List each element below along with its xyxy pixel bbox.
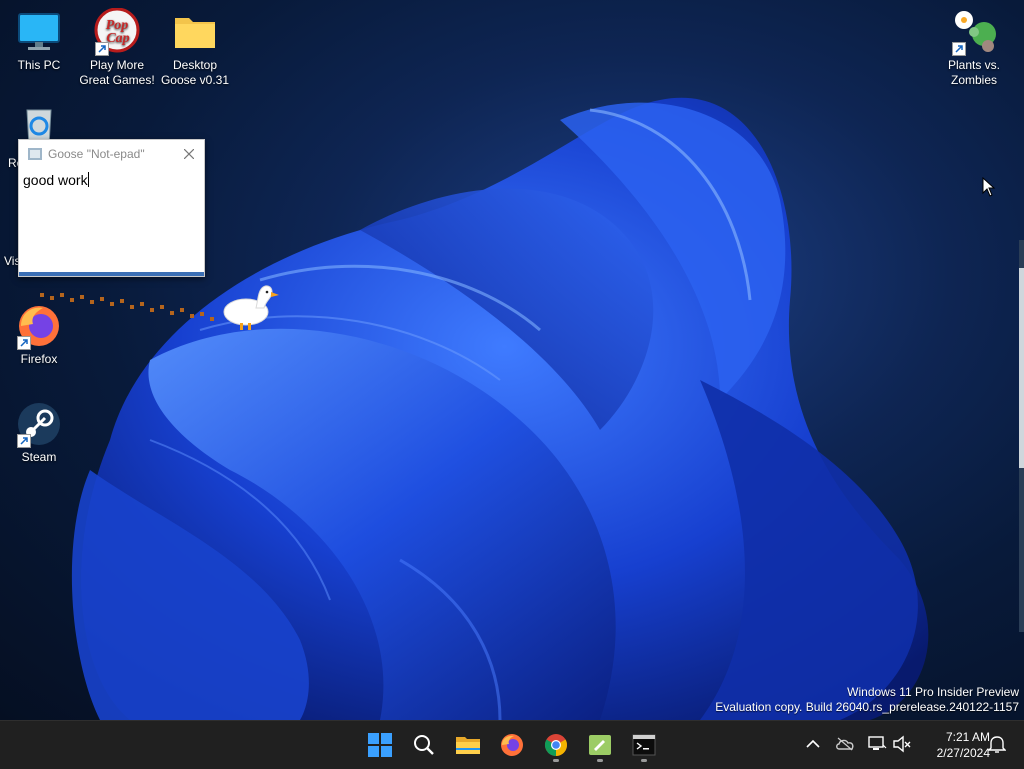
flower-icon [950,8,998,56]
shortcut-arrow-icon [95,42,109,56]
folder-icon [171,8,219,56]
notepad-text: good work [23,172,88,188]
shortcut-arrow-icon [952,42,966,56]
tray-network-button[interactable] [866,733,888,755]
bloom-wallpaper [71,97,929,720]
tray-volume-button[interactable] [891,733,913,755]
taskbar-clock[interactable]: 7:21 AM 2/27/2024 [924,729,990,761]
desktop[interactable]: This PC Pop Cap Play More Great Games! D… [0,0,1024,720]
window-title: Goose "Not-epad" [48,147,145,161]
taskbar: 7:21 AM 2/27/2024 [0,720,1024,769]
volume-muted-icon [893,735,911,753]
firefox-icon [501,734,523,756]
network-icon [868,736,887,750]
steam-icon [15,400,63,448]
watermark-line1: Windows 11 Pro Insider Preview [847,685,1019,699]
evaluation-watermark: Windows 11 Pro Insider Preview Evaluatio… [715,685,1019,715]
shortcut-arrow-icon [17,336,31,350]
tray-onedrive-button[interactable] [834,733,856,755]
notepad-app-icon [28,148,42,160]
desktop-icon-label: This PC [17,58,61,72]
taskbar-notepad-button[interactable] [581,727,619,763]
popcap-logo-text-bottom: Cap [106,31,129,46]
desktop-icon-label: Steam [21,450,57,464]
desktop-icon-label: Desktop Goose v0.31 [160,58,230,87]
desktop-icon-label: Plants vs. Zombies [947,58,1001,87]
clock-time: 7:21 AM [945,730,990,744]
desktop-icon-desktop-goose[interactable]: Desktop Goose v0.31 [156,8,234,88]
window-bottom-border [19,272,204,276]
desktop-icon-label: Play More Great Games! [79,58,155,87]
taskbar-file-explorer-button[interactable] [449,727,487,763]
notification-button[interactable] [986,733,1008,755]
goose-footprint-trail [40,293,214,321]
taskbar-chrome-button[interactable] [537,727,575,763]
desktop-icon-plants-vs-zombies[interactable]: Plants vs. Zombies [935,8,1013,88]
watermark-line2: Evaluation copy. Build 26040.rs_prerelea… [715,700,1019,714]
mouse-cursor-icon [982,177,996,197]
desktop-goose[interactable] [222,284,282,334]
text-caret [87,172,89,187]
desktop-icon-label: Firefox [20,352,58,366]
notepad-text-area[interactable]: good work [19,168,204,192]
notepad-icon [589,735,611,755]
notification-bell-icon [988,736,1006,753]
folder-icon [456,737,480,754]
edge-scrollbar-thumb[interactable] [1019,268,1024,468]
tray-overflow-button[interactable] [802,733,824,755]
close-icon [184,149,194,159]
desktop-icon-this-pc[interactable]: This PC [0,8,78,73]
chevron-up-icon [806,739,820,748]
window-titlebar[interactable]: Goose "Not-epad" [19,140,204,168]
onedrive-icon [836,737,854,751]
popcap-logo-icon: Pop Cap [93,8,141,56]
running-indicator [641,759,647,762]
goose-notepad-window[interactable]: Goose "Not-epad" good work [18,139,205,277]
desktop-icon-play-more-great-games[interactable]: Pop Cap Play More Great Games! [78,8,156,88]
close-button[interactable] [174,140,204,168]
taskbar-start-button[interactable] [361,727,399,763]
monitor-icon [15,8,63,56]
desktop-icon-steam[interactable]: Steam [0,400,78,465]
running-indicator [553,759,559,762]
edge-scrollbar[interactable] [1019,240,1024,632]
windows-start-icon [368,733,392,757]
chrome-icon [545,734,567,756]
terminal-icon [632,734,656,756]
taskbar-firefox-button[interactable] [493,727,531,763]
taskbar-terminal-button[interactable] [625,727,663,763]
search-icon [414,735,434,755]
shortcut-arrow-icon [17,434,31,448]
taskbar-search-button[interactable] [405,727,443,763]
running-indicator [597,759,603,762]
clock-date: 2/27/2024 [936,746,990,760]
